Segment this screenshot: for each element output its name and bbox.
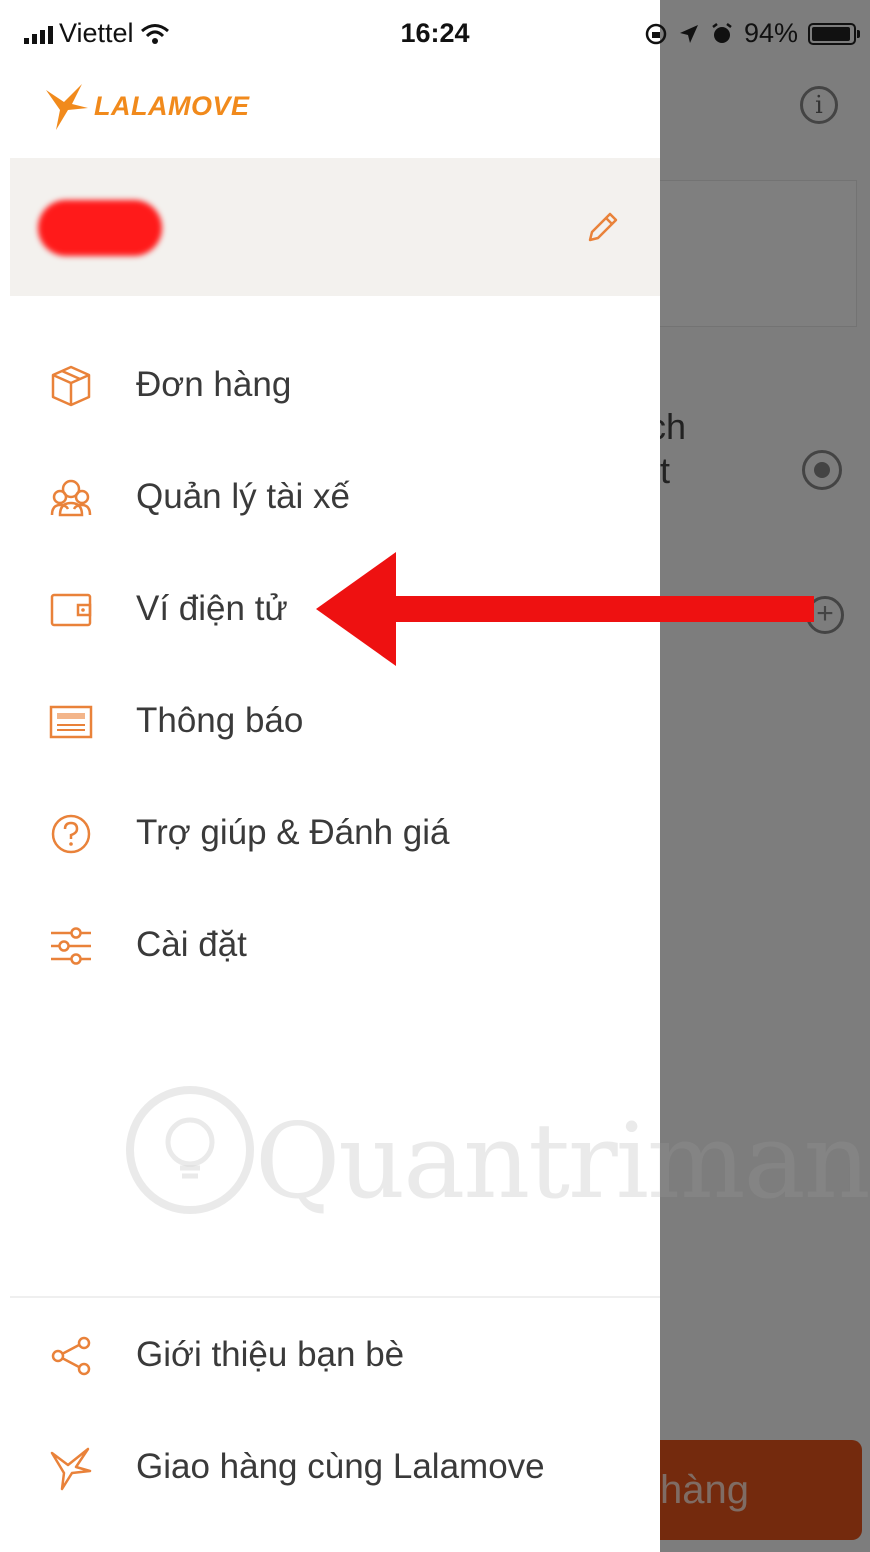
menu-item-label: Thông báo [136,701,304,740]
dim-overlay[interactable] [660,0,870,1552]
lalamove-bird-logo-icon [46,84,88,130]
lalamove-bird-icon [50,1447,92,1491]
alarm-icon [712,22,732,43]
menu-item-notifications[interactable]: Thông báo [0,671,660,771]
edit-icon[interactable] [582,208,622,248]
battery-percentage: 94% [743,18,798,48]
wallet-icon [50,593,92,627]
orientation-lock-icon [645,23,667,44]
battery-icon [808,22,860,45]
help-icon [51,814,91,854]
profile-section[interactable] [10,158,660,296]
menu-divider [10,1296,660,1298]
lightbulb-watermark-icon [126,1086,254,1214]
menu-item-label: Giới thiệu bạn bè [136,1335,405,1374]
settings-icon [51,927,91,965]
menu-item-label: Giao hàng cùng Lalamove [136,1447,545,1486]
box-icon [51,365,91,407]
menu-item-help-feedback[interactable]: Trợ giúp & Đánh giá [0,783,660,883]
lalamove-logo: LALAMOVE [44,80,250,132]
menu-item-label: Đơn hàng [136,365,292,404]
menu-item-driver-management[interactable]: Quản lý tài xế [0,447,660,547]
menu-item-settings[interactable]: Cài đặt [0,895,660,995]
menu-item-e-wallet[interactable]: Ví điện tử [0,559,660,659]
share-icon [51,1336,91,1376]
menu-item-refer-friends[interactable]: Giới thiệu bạn bè [0,1305,660,1405]
menu-item-label: Trợ giúp & Đánh giá [136,813,450,852]
menu-item-label: Quản lý tài xế [136,477,350,516]
menu-item-label: Ví điện tử [136,589,288,628]
logo-text: LALAMOVE [94,90,250,121]
drivers-icon [50,479,92,517]
menu-item-deliver-with-lalamove[interactable]: Giao hàng cùng Lalamove [0,1417,660,1517]
redacted-user-name [38,200,162,256]
status-right: 94% [644,18,860,49]
notifications-icon [49,705,93,739]
location-arrow-icon [679,24,698,43]
status-bar: Viettel 16:24 94% [0,0,870,68]
side-drawer: LALAMOVE Đơn hàng Quản lý tài xế Ví điện… [0,0,870,1552]
menu-item-label: Cài đặt [136,925,247,964]
menu-item-orders[interactable]: Đơn hàng [0,335,660,435]
